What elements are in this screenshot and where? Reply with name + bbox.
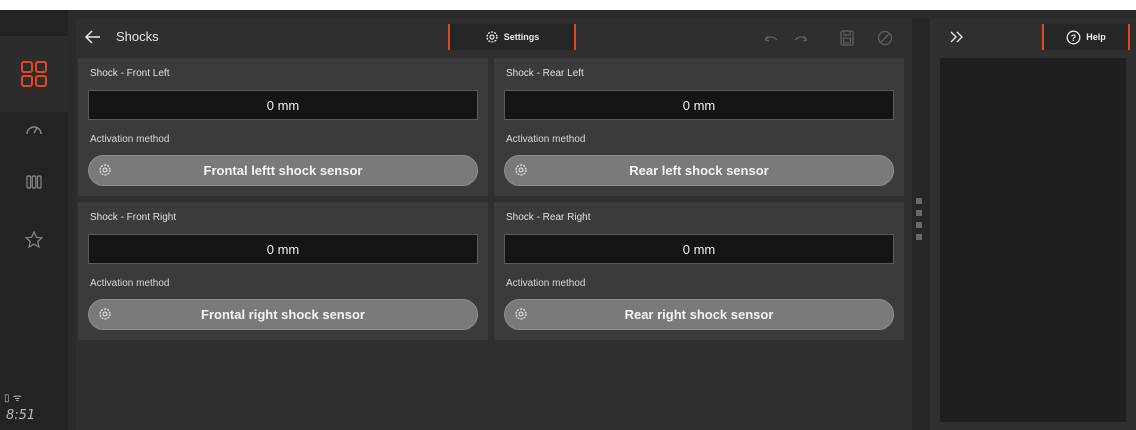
help-content <box>940 58 1126 422</box>
shock-card-rear-right: Shock - Rear Right 0 mm Activation metho… <box>494 202 904 340</box>
back-arrow-icon[interactable] <box>84 28 102 46</box>
page-title: Shocks <box>116 29 159 44</box>
shock-card-rear-left: Shock - Rear Left 0 mm Activation method… <box>494 58 904 196</box>
activation-method-label: Activation method <box>506 278 586 289</box>
sensor-label: Frontal right shock sensor <box>201 307 365 322</box>
card-title: Shock - Front Left <box>90 68 170 79</box>
grid-apps-icon <box>21 61 47 87</box>
splitter-handle-dot <box>916 210 922 216</box>
help-circle-icon: ? <box>1066 30 1081 44</box>
activation-method-label: Activation method <box>90 134 170 145</box>
gear-icon <box>99 164 111 176</box>
help-panel: ? Help <box>930 18 1136 430</box>
dashboard-gauge-icon <box>26 126 42 135</box>
gear-icon <box>515 164 527 176</box>
shock-card-front-right: Shock - Front Right 0 mm Activation meth… <box>78 202 488 340</box>
main-panel: Shocks Settings Shock - Front Left 0 mm … <box>76 18 912 430</box>
nav-item-favorites[interactable] <box>0 220 68 260</box>
sensor-select-button[interactable]: Frontal right shock sensor <box>88 299 478 330</box>
sensor-select-button[interactable]: Rear left shock sensor <box>504 155 894 186</box>
help-tab[interactable]: ? Help <box>1042 24 1130 50</box>
shock-card-front-left: Shock - Front Left 0 mm Activation metho… <box>78 58 488 196</box>
splitter-handle-dot <box>916 222 922 228</box>
gear-icon <box>486 31 498 43</box>
nav-rail: ▯ ᯤ 8:51 <box>0 10 68 430</box>
status-icons: ▯ ᯤ <box>4 390 22 404</box>
nav-item-apps[interactable] <box>0 36 68 112</box>
gear-icon <box>99 308 111 320</box>
clock: 8:51 <box>6 408 36 423</box>
battery-icon: ▯ <box>4 393 10 404</box>
activation-method-label: Activation method <box>506 134 586 145</box>
settings-label: Settings <box>503 32 540 42</box>
sensor-label: Rear left shock sensor <box>629 163 769 178</box>
top-bar: Shocks Settings <box>76 18 912 58</box>
columns-icon <box>26 175 42 189</box>
expand-panel-icon[interactable] <box>948 28 966 46</box>
sensor-select-button[interactable]: Rear right shock sensor <box>504 299 894 330</box>
shock-value-field[interactable]: 0 mm <box>504 234 894 264</box>
wifi-icon: ᯤ <box>12 393 22 404</box>
save-icon[interactable] <box>838 29 856 47</box>
sensor-label: Frontal leftt shock sensor <box>203 163 363 178</box>
splitter-handle-dot <box>916 234 922 240</box>
sensor-select-button[interactable]: Frontal leftt shock sensor <box>88 155 478 186</box>
activation-method-label: Activation method <box>90 278 170 289</box>
card-title: Shock - Rear Left <box>506 68 584 79</box>
sensor-label: Rear right shock sensor <box>624 307 774 322</box>
undo-icon[interactable] <box>762 29 780 47</box>
gear-icon <box>515 308 527 320</box>
nav-item-columns[interactable] <box>0 162 68 202</box>
star-icon <box>24 230 44 249</box>
shock-value-field[interactable]: 0 mm <box>88 234 478 264</box>
card-title: Shock - Rear Right <box>506 212 591 223</box>
splitter-handle-dot <box>916 198 922 204</box>
svg-text:?: ? <box>1071 33 1077 43</box>
help-label: Help <box>1086 32 1106 42</box>
cancel-icon[interactable] <box>876 29 894 47</box>
settings-tab[interactable]: Settings <box>448 24 576 50</box>
redo-icon[interactable] <box>792 29 810 47</box>
shock-value-field[interactable]: 0 mm <box>88 90 478 120</box>
shock-value-field[interactable]: 0 mm <box>504 90 894 120</box>
nav-item-dashboard[interactable] <box>0 110 68 150</box>
card-title: Shock - Front Right <box>90 212 177 223</box>
